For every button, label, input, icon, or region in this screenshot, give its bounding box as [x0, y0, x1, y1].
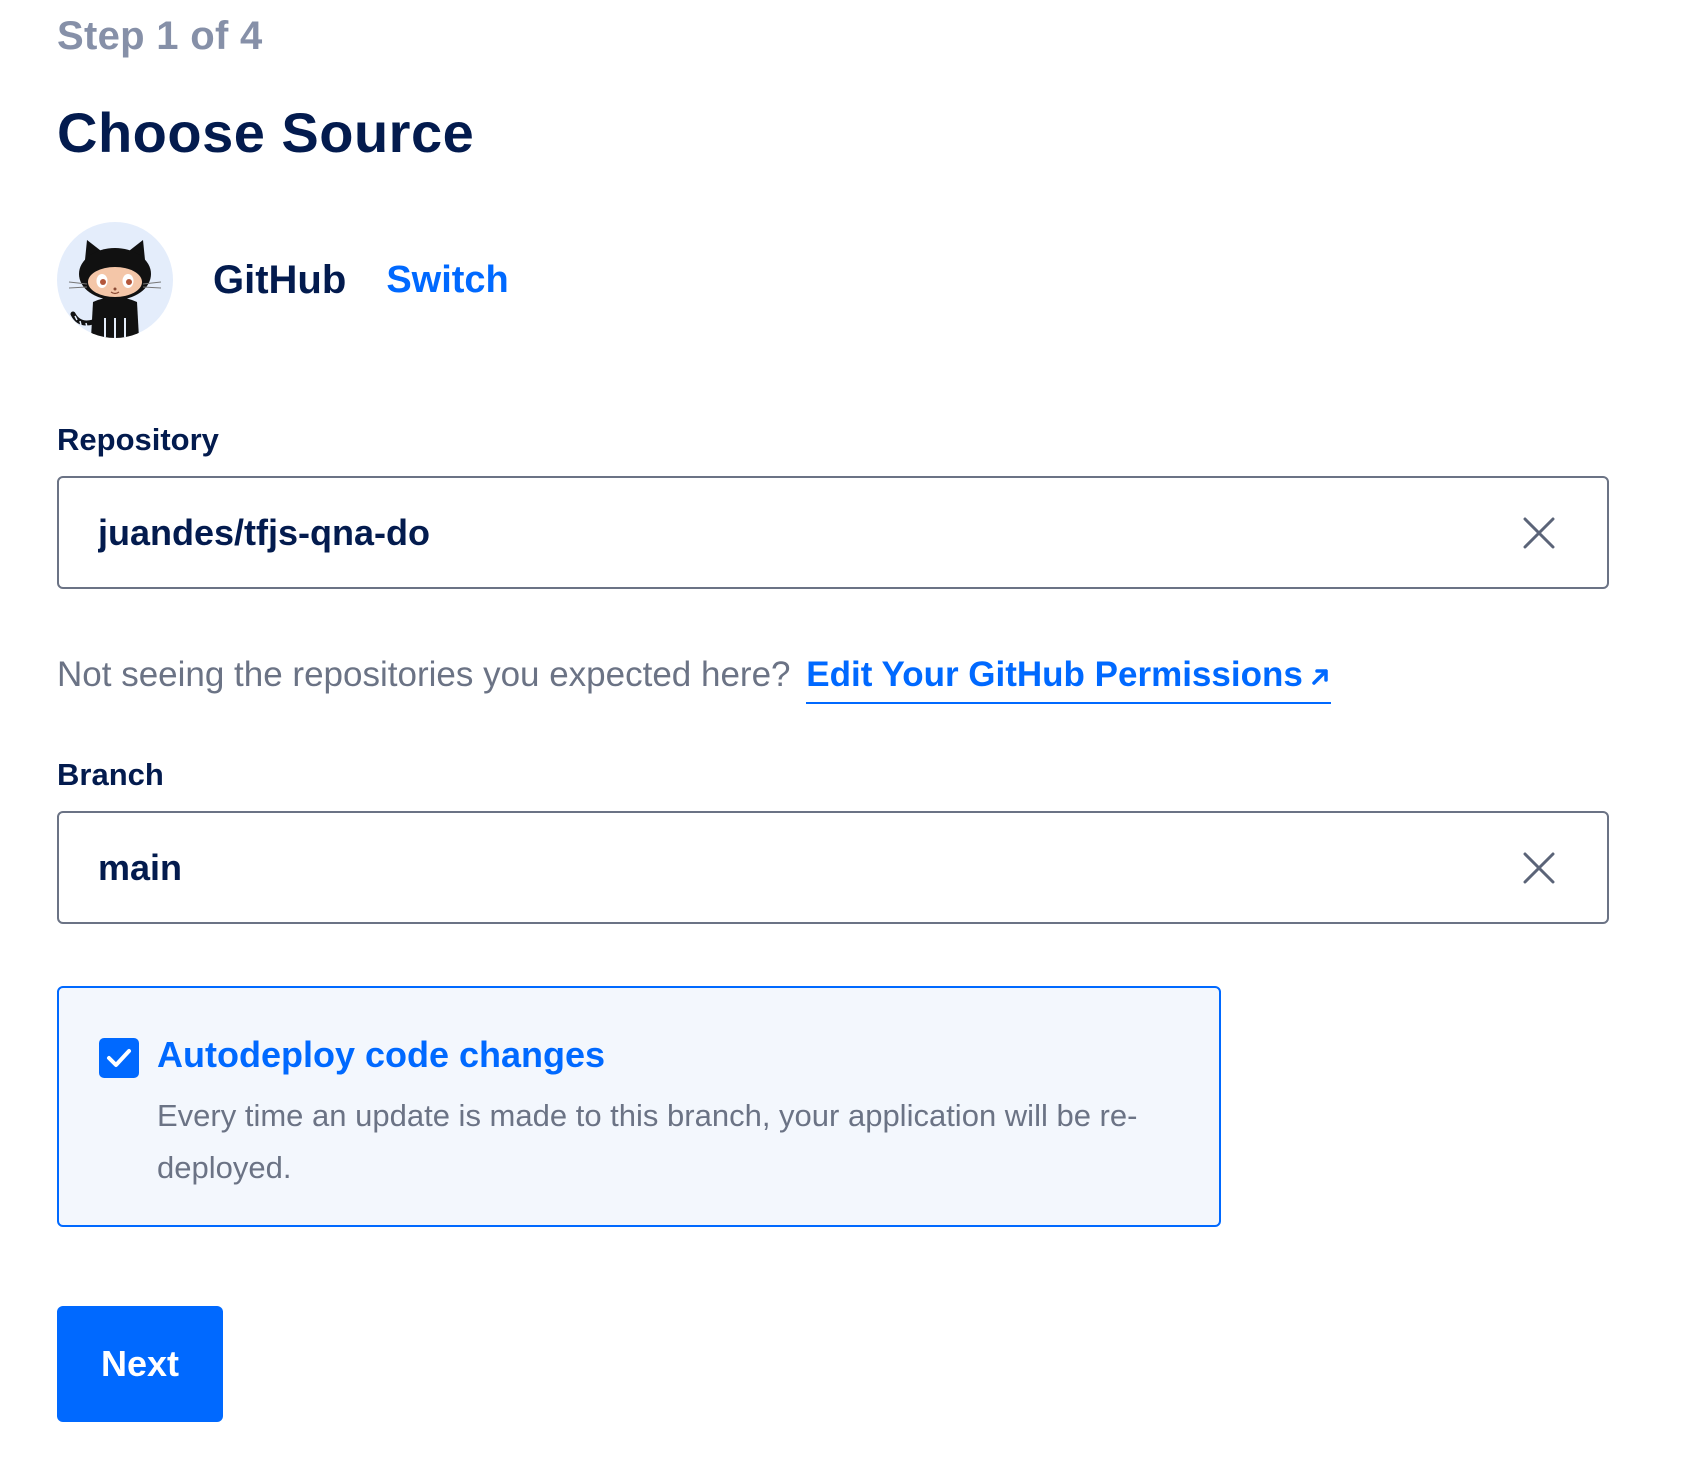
- branch-input[interactable]: [59, 845, 1509, 890]
- repository-label: Repository: [57, 422, 219, 457]
- permissions-hint: Not seeing the repositories you expected…: [57, 655, 1331, 704]
- page-title: Choose Source: [57, 101, 475, 164]
- external-link-arrow-icon: [1312, 669, 1328, 685]
- autodeploy-title[interactable]: Autodeploy code changes: [157, 1034, 605, 1076]
- autodeploy-panel: Autodeploy code changes Every time an up…: [57, 986, 1221, 1227]
- permissions-hint-text: Not seeing the repositories you expected…: [57, 655, 791, 694]
- close-icon: [1523, 517, 1555, 548]
- provider-name: GitHub: [213, 257, 347, 302]
- close-icon: [1523, 852, 1555, 883]
- next-button[interactable]: Next: [57, 1306, 223, 1422]
- autodeploy-description: Every time an update is made to this bra…: [157, 1098, 1138, 1185]
- repository-clear-button[interactable]: [1509, 503, 1569, 563]
- checkmark-icon: [107, 1049, 131, 1067]
- edit-github-permissions-label: Edit Your GitHub Permissions: [806, 655, 1303, 694]
- autodeploy-checkbox[interactable]: [99, 1038, 139, 1078]
- repository-input[interactable]: [59, 510, 1509, 555]
- edit-github-permissions-link[interactable]: Edit Your GitHub Permissions: [806, 655, 1331, 704]
- github-octocat-icon: [57, 222, 173, 338]
- repository-select[interactable]: [57, 476, 1609, 589]
- step-indicator: Step 1 of 4: [57, 14, 263, 58]
- source-provider: GitHub Switch: [57, 220, 509, 340]
- branch-select[interactable]: [57, 811, 1609, 924]
- branch-label: Branch: [57, 757, 164, 792]
- switch-provider-link[interactable]: Switch: [386, 259, 508, 302]
- branch-clear-button[interactable]: [1509, 838, 1569, 898]
